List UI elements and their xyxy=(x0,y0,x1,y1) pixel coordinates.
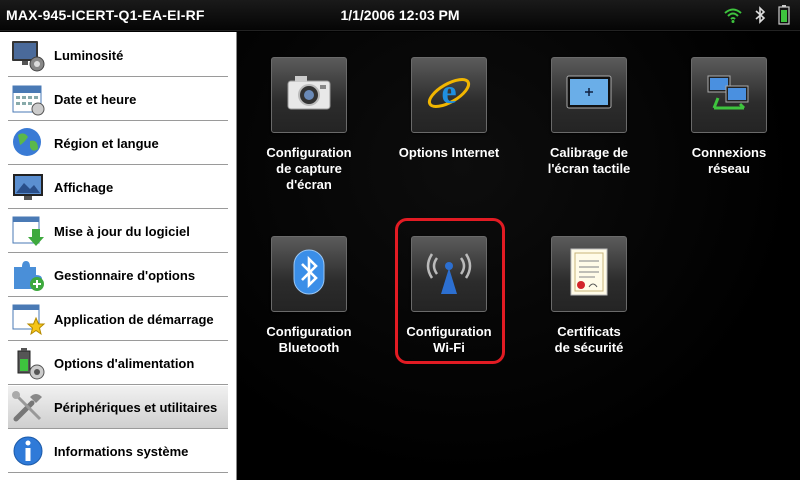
tile-button[interactable] xyxy=(691,57,767,133)
sidebar-item-label: Mise à jour du logiciel xyxy=(54,223,190,239)
sidebar-item-label: Périphériques et utilitaires xyxy=(54,399,218,415)
certificate-icon xyxy=(567,247,611,302)
tile-button[interactable]: e xyxy=(411,57,487,133)
sidebar-item-software-update[interactable]: Mise à jour du logiciel xyxy=(8,210,228,253)
brightness-icon xyxy=(10,37,46,73)
clock: 1/1/2006 12:03 PM xyxy=(340,7,460,23)
power-icon xyxy=(10,345,46,381)
tile-screen-capture[interactable]: Configuration de capture d'écran xyxy=(244,57,374,193)
system-tray xyxy=(724,5,790,30)
sidebar-item-date-time[interactable]: Date et heure xyxy=(8,78,228,121)
sidebar-item-label: Affichage xyxy=(54,179,114,195)
tile-label: Configuration Bluetooth xyxy=(266,324,352,355)
internet-explorer-icon: e xyxy=(425,69,473,122)
sidebar-item-options-manager[interactable]: Gestionnaire d'options xyxy=(8,254,228,297)
battery-icon[interactable] xyxy=(778,5,790,30)
sidebar-item-brightness[interactable]: Luminosité xyxy=(8,34,228,77)
network-icon xyxy=(704,70,754,121)
tile-bluetooth-config[interactable]: Configuration Bluetooth xyxy=(244,236,374,356)
sidebar-item-region-language[interactable]: Région et langue xyxy=(8,122,228,165)
tile-button[interactable] xyxy=(271,236,347,312)
tile-button[interactable] xyxy=(551,236,627,312)
puzzle-icon xyxy=(10,257,46,293)
tile-label: Options Internet xyxy=(398,145,500,160)
sidebar-item-label: Informations système xyxy=(54,443,189,459)
sidebar-item-power-options[interactable]: Options d'alimentation xyxy=(8,342,228,385)
sidebar-item-display[interactable]: Affichage xyxy=(8,166,228,209)
info-icon xyxy=(10,433,46,469)
wifi-icon[interactable] xyxy=(724,7,742,28)
sidebar-item-label: Luminosité xyxy=(54,47,124,63)
bluetooth-icon xyxy=(292,248,326,301)
sidebar-item-label: Gestionnaire d'options xyxy=(54,267,196,283)
tile-internet-options[interactable]: e Options Internet xyxy=(384,57,514,161)
camera-icon xyxy=(285,73,333,118)
settings-sidebar: Luminosité Date et heure Région et langu… xyxy=(0,32,237,480)
tile-label: Connexions réseau xyxy=(691,145,767,176)
wifi-tile-highlight xyxy=(395,218,505,364)
tile-label: Configuration de capture d'écran xyxy=(266,145,352,192)
globe-icon xyxy=(10,125,46,161)
tile-touch-calibration[interactable]: Calibrage de l'écran tactile xyxy=(524,57,654,177)
tile-label: Calibrage de l'écran tactile xyxy=(547,145,631,176)
sidebar-item-devices-utilities[interactable]: Périphériques et utilitaires xyxy=(8,386,228,429)
sidebar-item-label: Date et heure xyxy=(54,91,137,107)
tools-icon xyxy=(10,389,46,425)
utilities-panel: Configuration de capture d'écran e Optio… xyxy=(237,32,800,480)
sidebar-item-label: Options d'alimentation xyxy=(54,355,195,371)
bluetooth-icon[interactable] xyxy=(754,6,766,29)
download-icon xyxy=(10,213,46,249)
tile-button[interactable] xyxy=(551,57,627,133)
svg-text:e: e xyxy=(441,74,456,111)
sidebar-item-startup-application[interactable]: Application de démarrage xyxy=(8,298,228,341)
sidebar-item-system-info[interactable]: Informations système xyxy=(8,430,228,473)
tile-button[interactable] xyxy=(271,57,347,133)
tile-security-certificates[interactable]: Certificats de sécurité xyxy=(524,236,654,356)
star-window-icon xyxy=(10,301,46,337)
display-icon xyxy=(10,169,46,205)
tile-label: Certificats de sécurité xyxy=(554,324,624,355)
calendar-icon xyxy=(10,81,46,117)
tile-network-connections[interactable]: Connexions réseau xyxy=(664,57,794,177)
sidebar-item-label: Région et langue xyxy=(54,135,159,151)
sidebar-item-label: Application de démarrage xyxy=(54,311,214,327)
status-bar: MAX-945-ICERT-Q1-EA-EI-RF 1/1/2006 12:03… xyxy=(0,0,800,31)
touch-calibration-icon xyxy=(564,73,614,118)
